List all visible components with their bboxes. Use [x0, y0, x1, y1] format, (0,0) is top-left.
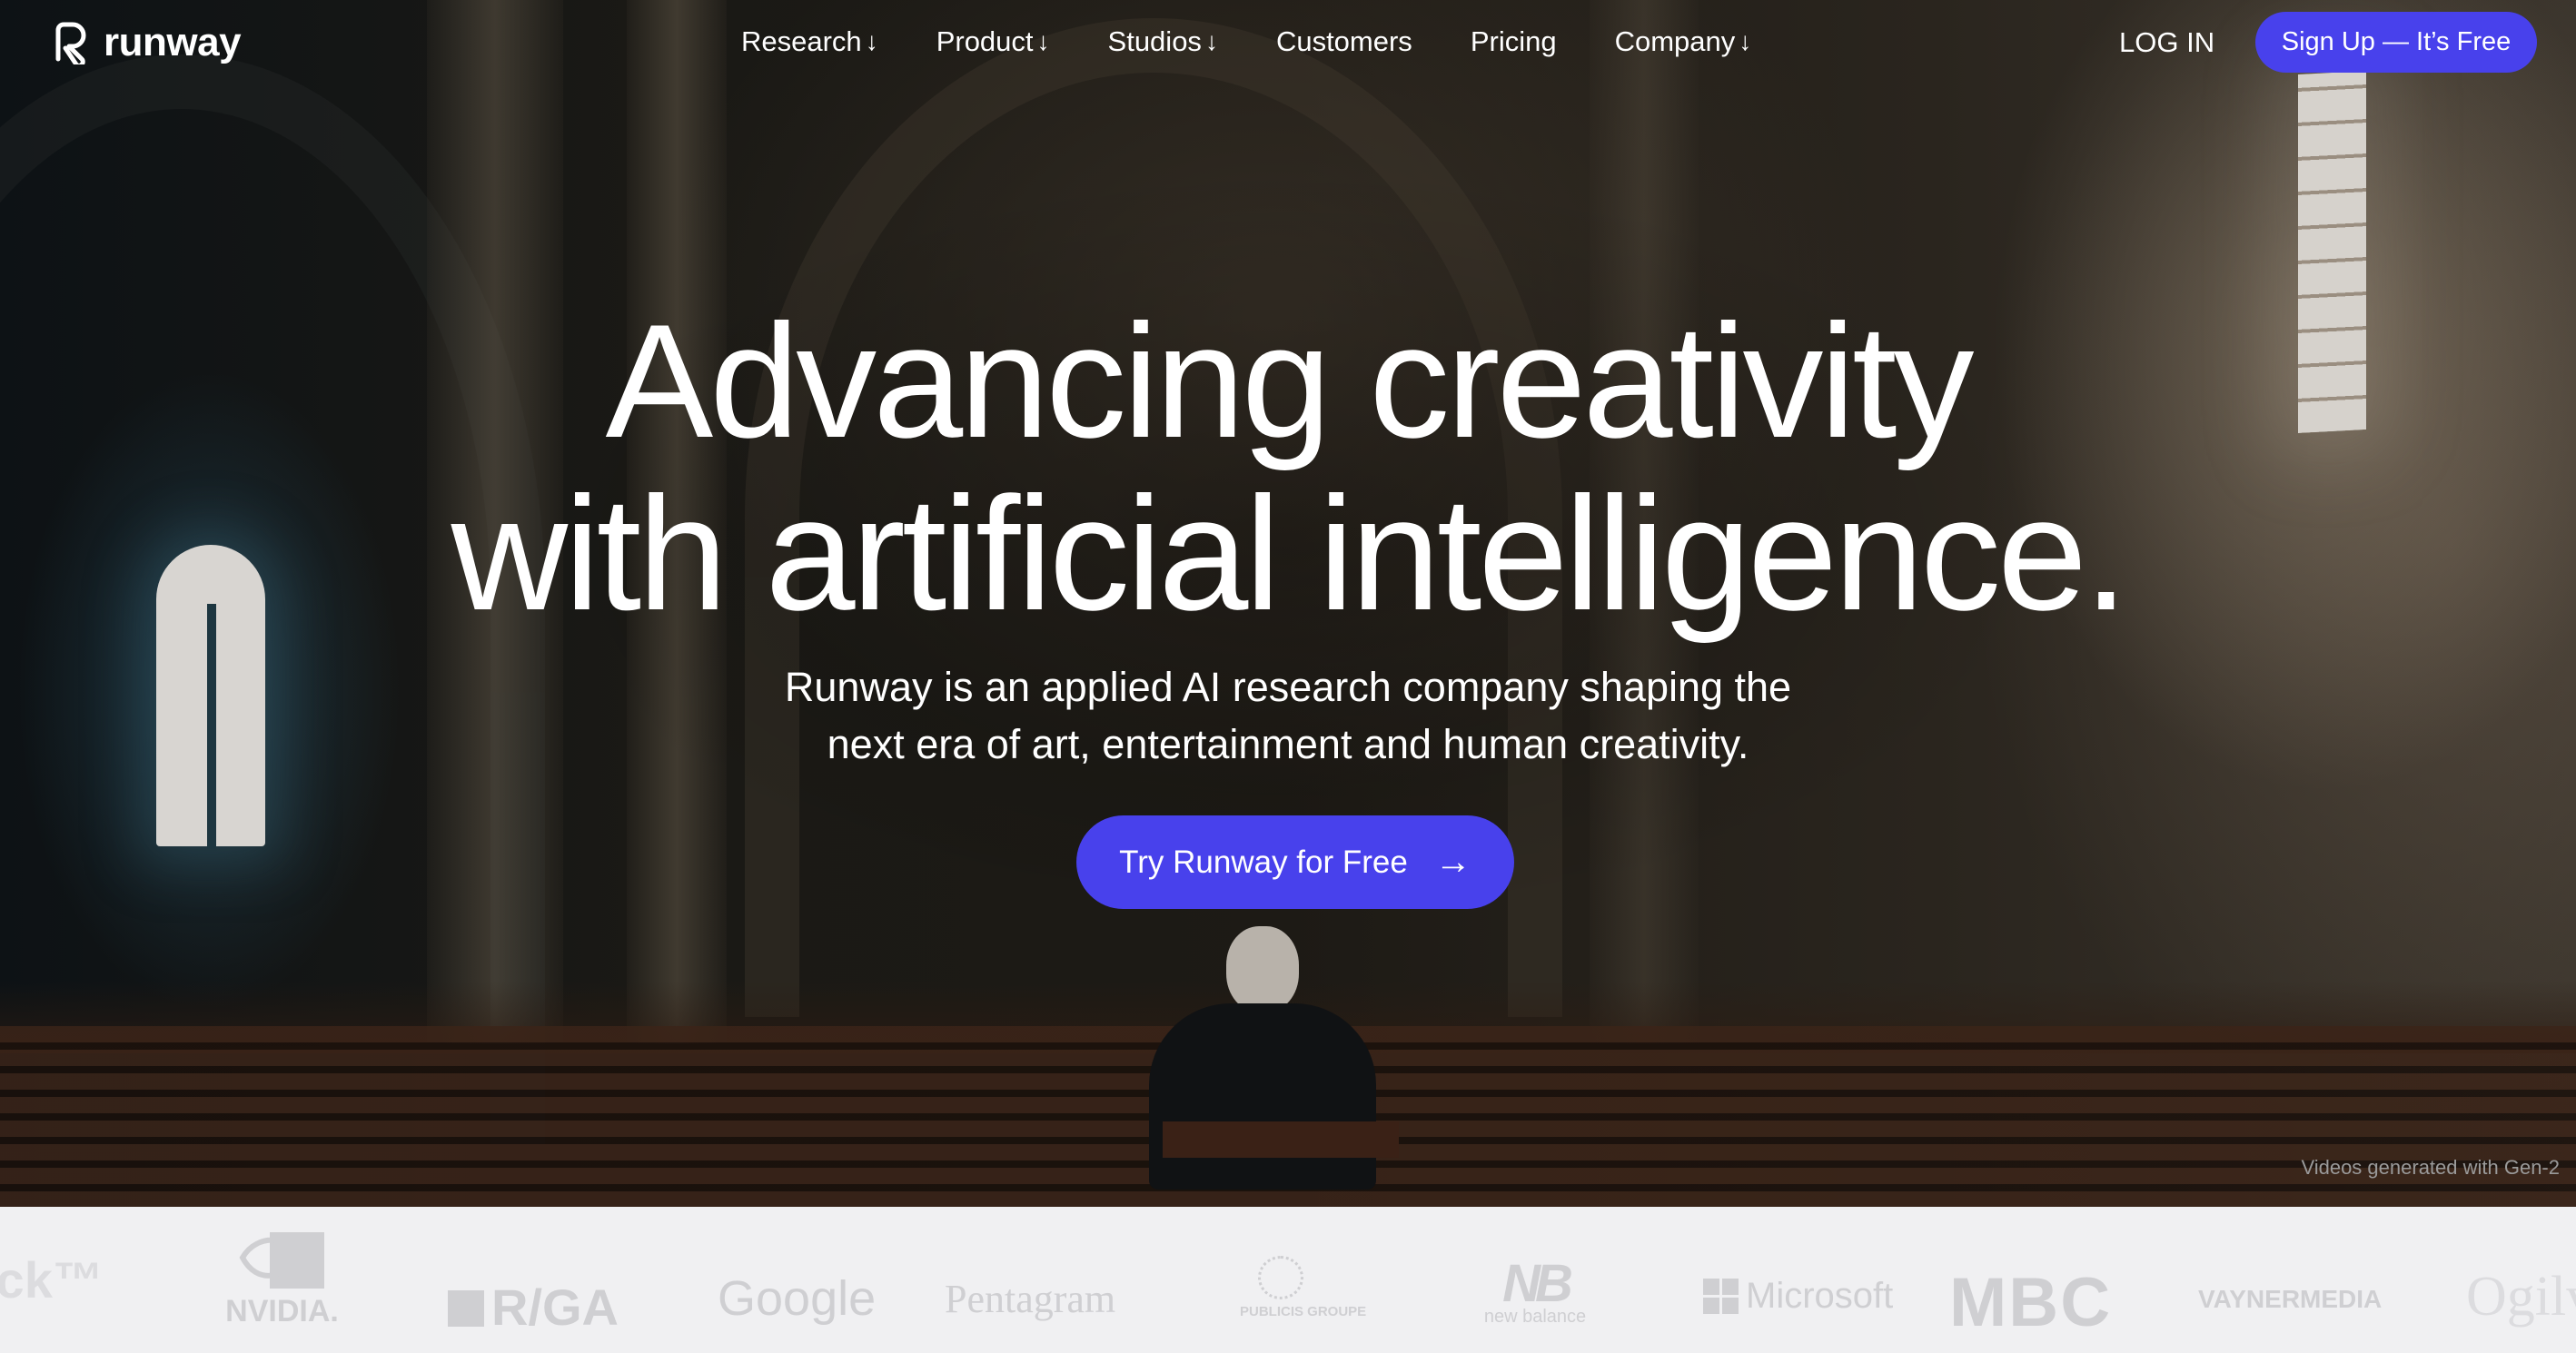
nvidia-wordmark: NVIDIA. — [225, 1294, 339, 1328]
nav-company-label: Company — [1614, 25, 1736, 57]
person-body — [1149, 1003, 1376, 1190]
logo-mbc: MBC — [1949, 1264, 2113, 1341]
nav-product[interactable]: Product ↓ — [936, 20, 1050, 64]
brand-logo[interactable]: runway — [53, 20, 242, 65]
logo-partial-left: ick™ — [0, 1251, 104, 1309]
publicis-lion-icon — [1258, 1256, 1303, 1299]
background-pew-back — [1163, 1121, 1399, 1158]
publicis-wordmark: PUBLICIS GROUPE — [1240, 1304, 1367, 1319]
hero-subtitle: Runway is an applied AI research company… — [0, 658, 2576, 773]
logo-pentagram: Pentagram — [945, 1277, 1116, 1321]
arrow-down-icon: ↓ — [865, 27, 878, 55]
hero-headline: Advancing creativity with artificial int… — [0, 295, 2576, 640]
try-runway-button[interactable]: Try Runway for Free → — [1076, 815, 1514, 909]
headline-line-1: Advancing creativity — [605, 291, 1975, 471]
rga-wordmark: R/GA — [491, 1279, 619, 1336]
logo-microsoft: Microsoft — [1703, 1276, 1893, 1317]
brand-name: runway — [104, 20, 242, 64]
arrow-down-icon: ↓ — [1739, 27, 1752, 55]
headline-line-2: with artificial intelligence. — [451, 463, 2129, 644]
subtitle-line-2: next era of art, entertainment and human… — [827, 721, 1749, 767]
login-link[interactable]: LOG IN — [2119, 22, 2214, 64]
nav-customers-label: Customers — [1275, 25, 1412, 57]
nav-company[interactable]: Company ↓ — [1615, 20, 1752, 64]
nb-icon: NB — [1502, 1254, 1573, 1313]
logo-new-balance: NB new balance — [1476, 1254, 1594, 1328]
signup-button[interactable]: Sign Up — It’s Free — [2255, 12, 2537, 73]
nav-product-label: Product — [936, 25, 1034, 57]
arrow-right-icon: → — [1434, 842, 1471, 882]
hero-section: runway Research ↓ Product ↓ Studios ↓ Cu… — [0, 0, 2576, 1207]
nav-studios-label: Studios — [1107, 25, 1202, 57]
arrow-down-icon: ↓ — [1204, 27, 1218, 55]
nav-studios[interactable]: Studios ↓ — [1108, 20, 1218, 64]
new-balance-wordmark: new balance — [1483, 1307, 1587, 1327]
nav-links: Research ↓ Product ↓ Studios ↓ Customers… — [741, 20, 1751, 64]
customer-logo-strip: ick™ NVIDIA. R/GA Google Pentagram PUBLI… — [0, 1207, 2576, 1353]
logo-ogilvy: Ogilvy — [2466, 1266, 2576, 1328]
logo-vaynermedia: VAYNERMEDIA — [2198, 1285, 2383, 1313]
nav-customers[interactable]: Customers — [1276, 20, 1412, 64]
video-credit: Videos generated with Gen-2 — [2301, 1156, 2560, 1179]
nav-research[interactable]: Research ↓ — [741, 20, 878, 64]
nav-pricing[interactable]: Pricing — [1471, 20, 1557, 64]
arrow-down-icon: ↓ — [1036, 27, 1050, 55]
subtitle-line-1: Runway is an applied AI research company… — [784, 664, 1792, 710]
logo-publicis: PUBLICIS GROUPE — [1240, 1256, 1366, 1320]
nvidia-eye-icon — [239, 1232, 324, 1289]
microsoft-wordmark: Microsoft — [1746, 1276, 1894, 1316]
logo-google: Google — [718, 1271, 877, 1326]
runway-r-icon — [55, 22, 86, 64]
cta-label: Try Runway for Free — [1119, 844, 1408, 880]
top-nav: runway Research ↓ Product ↓ Studios ↓ Cu… — [0, 0, 2576, 84]
logo-rga: R/GA — [448, 1278, 619, 1337]
person-head — [1226, 926, 1299, 1012]
nav-pricing-label: Pricing — [1470, 25, 1557, 57]
logo-nvidia: NVIDIA. — [221, 1232, 343, 1329]
nav-research-label: Research — [741, 25, 862, 57]
microsoft-grid-icon — [1703, 1279, 1739, 1314]
